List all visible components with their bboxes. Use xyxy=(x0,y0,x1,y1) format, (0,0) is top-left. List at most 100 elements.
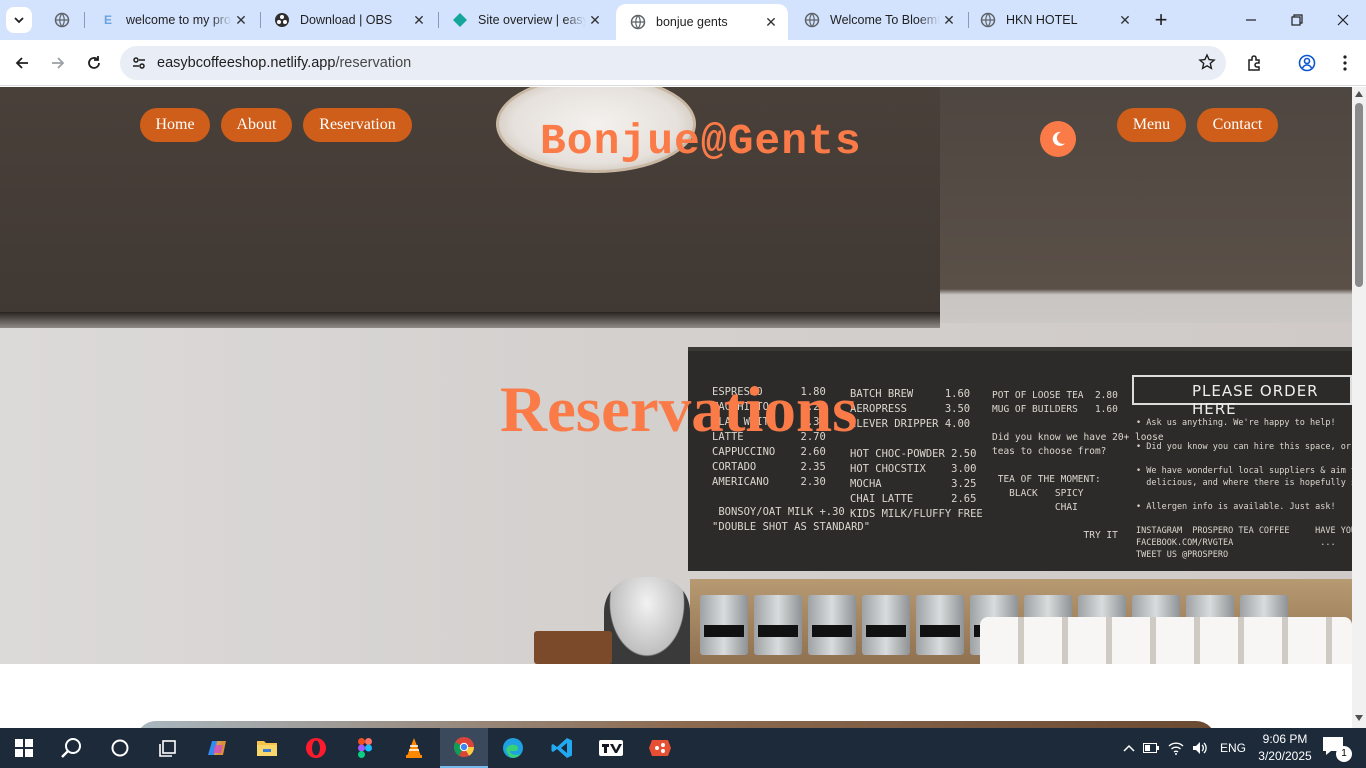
git-app[interactable] xyxy=(636,728,684,768)
page-viewport: ESPRESSO 1.80 MACCHIATO 2.20 FLAT WHITE … xyxy=(0,87,1352,728)
opera-app[interactable] xyxy=(292,728,340,768)
url-path: /reservation xyxy=(335,55,412,71)
forward-button[interactable] xyxy=(43,48,73,78)
theme-toggle-button[interactable] xyxy=(1040,121,1076,157)
address-bar[interactable]: easybcoffeeshop.netlify.app/reservation xyxy=(120,46,1226,80)
hero-background-shelf xyxy=(0,312,940,328)
plus-icon: + xyxy=(1154,7,1168,32)
avatar-icon xyxy=(1298,54,1316,72)
url-text: easybcoffeeshop.netlify.app/reservation xyxy=(157,55,411,71)
close-icon[interactable]: ✕ xyxy=(586,11,604,29)
close-window-button[interactable] xyxy=(1320,0,1366,40)
restore-icon xyxy=(1291,14,1303,26)
coffee-grinder xyxy=(604,577,690,664)
chalkboard-column: BATCH BREW 1.60 AEROPRESS 3.50 CLEVER DR… xyxy=(850,388,983,520)
chrome-app[interactable] xyxy=(440,728,488,768)
netlify-icon xyxy=(452,12,468,28)
cortana-button[interactable] xyxy=(96,728,144,768)
tab-title: Download | OBS xyxy=(300,13,393,27)
globe-icon xyxy=(54,12,70,28)
tab-5[interactable]: Welcome To Bloemfontein ✕ xyxy=(790,0,966,40)
tab-title: Site overview | easybcoffeeshop xyxy=(478,13,586,27)
clock-date: 3/20/2025 xyxy=(1258,749,1312,763)
task-view-button[interactable] xyxy=(144,728,192,768)
url-domain: easybcoffeeshop.netlify.app xyxy=(157,55,336,71)
nav-menu-link[interactable]: Menu xyxy=(1117,108,1186,142)
cups-row xyxy=(980,617,1352,664)
start-button[interactable] xyxy=(0,728,48,768)
action-center-button[interactable]: 1 xyxy=(1322,736,1352,762)
nav-reservation-link[interactable]: Reservation xyxy=(303,108,412,142)
cortana-icon xyxy=(111,739,129,757)
more-vertical-icon xyxy=(1343,55,1347,71)
nav-contact-link[interactable]: Contact xyxy=(1197,108,1278,142)
globe-icon xyxy=(980,12,996,28)
edge-app[interactable] xyxy=(489,728,537,768)
tab-3[interactable]: Site overview | easybcoffeeshop ✕ xyxy=(438,0,612,40)
tab-0[interactable] xyxy=(40,0,80,40)
reload-button[interactable] xyxy=(79,48,109,78)
close-icon[interactable]: ✕ xyxy=(940,11,958,29)
tradingview-app[interactable] xyxy=(587,728,635,768)
moon-icon xyxy=(1052,131,1065,146)
obs-icon xyxy=(274,12,290,28)
tab-title: bonjue gents xyxy=(656,15,728,29)
reservation-card-top xyxy=(136,721,1216,728)
minimize-button[interactable] xyxy=(1228,0,1274,40)
vscode-icon xyxy=(551,738,572,758)
browser-menu-button[interactable] xyxy=(1330,48,1360,78)
site-brand[interactable]: Bonjue@Gents xyxy=(540,117,862,166)
chalkboard-banner: PLEASE ORDER HERE xyxy=(1132,375,1352,418)
figma-app[interactable] xyxy=(341,728,389,768)
profile-button[interactable] xyxy=(1292,48,1322,78)
windows-taskbar: ENG 9:06 PM 3/20/2025 1 xyxy=(0,728,1366,768)
close-icon[interactable]: ✕ xyxy=(410,11,428,29)
vlc-icon xyxy=(406,738,422,758)
language-indicator[interactable]: ENG xyxy=(1220,741,1246,755)
hero-section: ESPRESSO 1.80 MACCHIATO 2.20 FLAT WHITE … xyxy=(0,87,1352,664)
chrome-icon xyxy=(453,737,475,757)
chevron-up-icon[interactable] xyxy=(1120,744,1138,752)
battery-icon[interactable] xyxy=(1138,743,1164,753)
vlc-app[interactable] xyxy=(390,728,438,768)
scroll-up-arrow-icon[interactable] xyxy=(1355,91,1363,97)
taskbar-clock[interactable]: 9:06 PM 3/20/2025 xyxy=(1250,731,1320,765)
tab-4-active[interactable]: bonjue gents ✕ xyxy=(616,4,788,40)
close-icon[interactable]: ✕ xyxy=(232,11,250,29)
clock-time: 9:06 PM xyxy=(1262,732,1308,746)
chevron-down-icon xyxy=(14,17,24,24)
scrollbar-thumb[interactable] xyxy=(1355,103,1363,287)
extensions-button[interactable] xyxy=(1240,48,1270,78)
close-icon[interactable]: ✕ xyxy=(762,13,780,31)
nav-home-link[interactable]: Home xyxy=(140,108,210,142)
tab-title: Welcome To Bloemfontein xyxy=(830,13,940,27)
puzzle-icon xyxy=(1248,55,1260,71)
chalkboard-column: • Ask us anything. We're happy to help! … xyxy=(1136,418,1352,560)
wifi-icon[interactable] xyxy=(1164,741,1188,755)
close-icon[interactable]: ✕ xyxy=(1116,11,1134,29)
browser-toolbar: easybcoffeeshop.netlify.app/reservation xyxy=(0,40,1366,86)
site-info-icon[interactable] xyxy=(124,55,154,71)
copilot-app[interactable] xyxy=(194,728,242,768)
restore-button[interactable] xyxy=(1274,0,1320,40)
arrow-left-icon xyxy=(15,57,28,69)
nav-about-link[interactable]: About xyxy=(221,108,292,142)
page-title: Reservations xyxy=(500,374,858,446)
new-tab-button[interactable]: + xyxy=(1148,7,1174,33)
bookmark-star-icon[interactable] xyxy=(1198,53,1216,76)
windows-logo-icon xyxy=(15,739,33,757)
figma-icon xyxy=(358,738,372,758)
tab-2[interactable]: Download | OBS ✕ xyxy=(260,0,436,40)
page-scrollbar[interactable] xyxy=(1352,87,1366,728)
system-tray: ENG xyxy=(1120,728,1246,768)
scroll-down-arrow-icon[interactable] xyxy=(1355,715,1363,721)
file-explorer-app[interactable] xyxy=(243,728,291,768)
vscode-app[interactable] xyxy=(538,728,586,768)
globe-icon xyxy=(804,12,820,28)
tab-6[interactable]: HKN HOTEL ✕ xyxy=(966,0,1142,40)
back-button[interactable] xyxy=(7,48,37,78)
search-button[interactable] xyxy=(48,728,96,768)
tab-search-button[interactable] xyxy=(6,7,32,33)
volume-icon[interactable] xyxy=(1188,741,1212,755)
tab-1[interactable]: E welcome to my project ✕ xyxy=(86,0,258,40)
